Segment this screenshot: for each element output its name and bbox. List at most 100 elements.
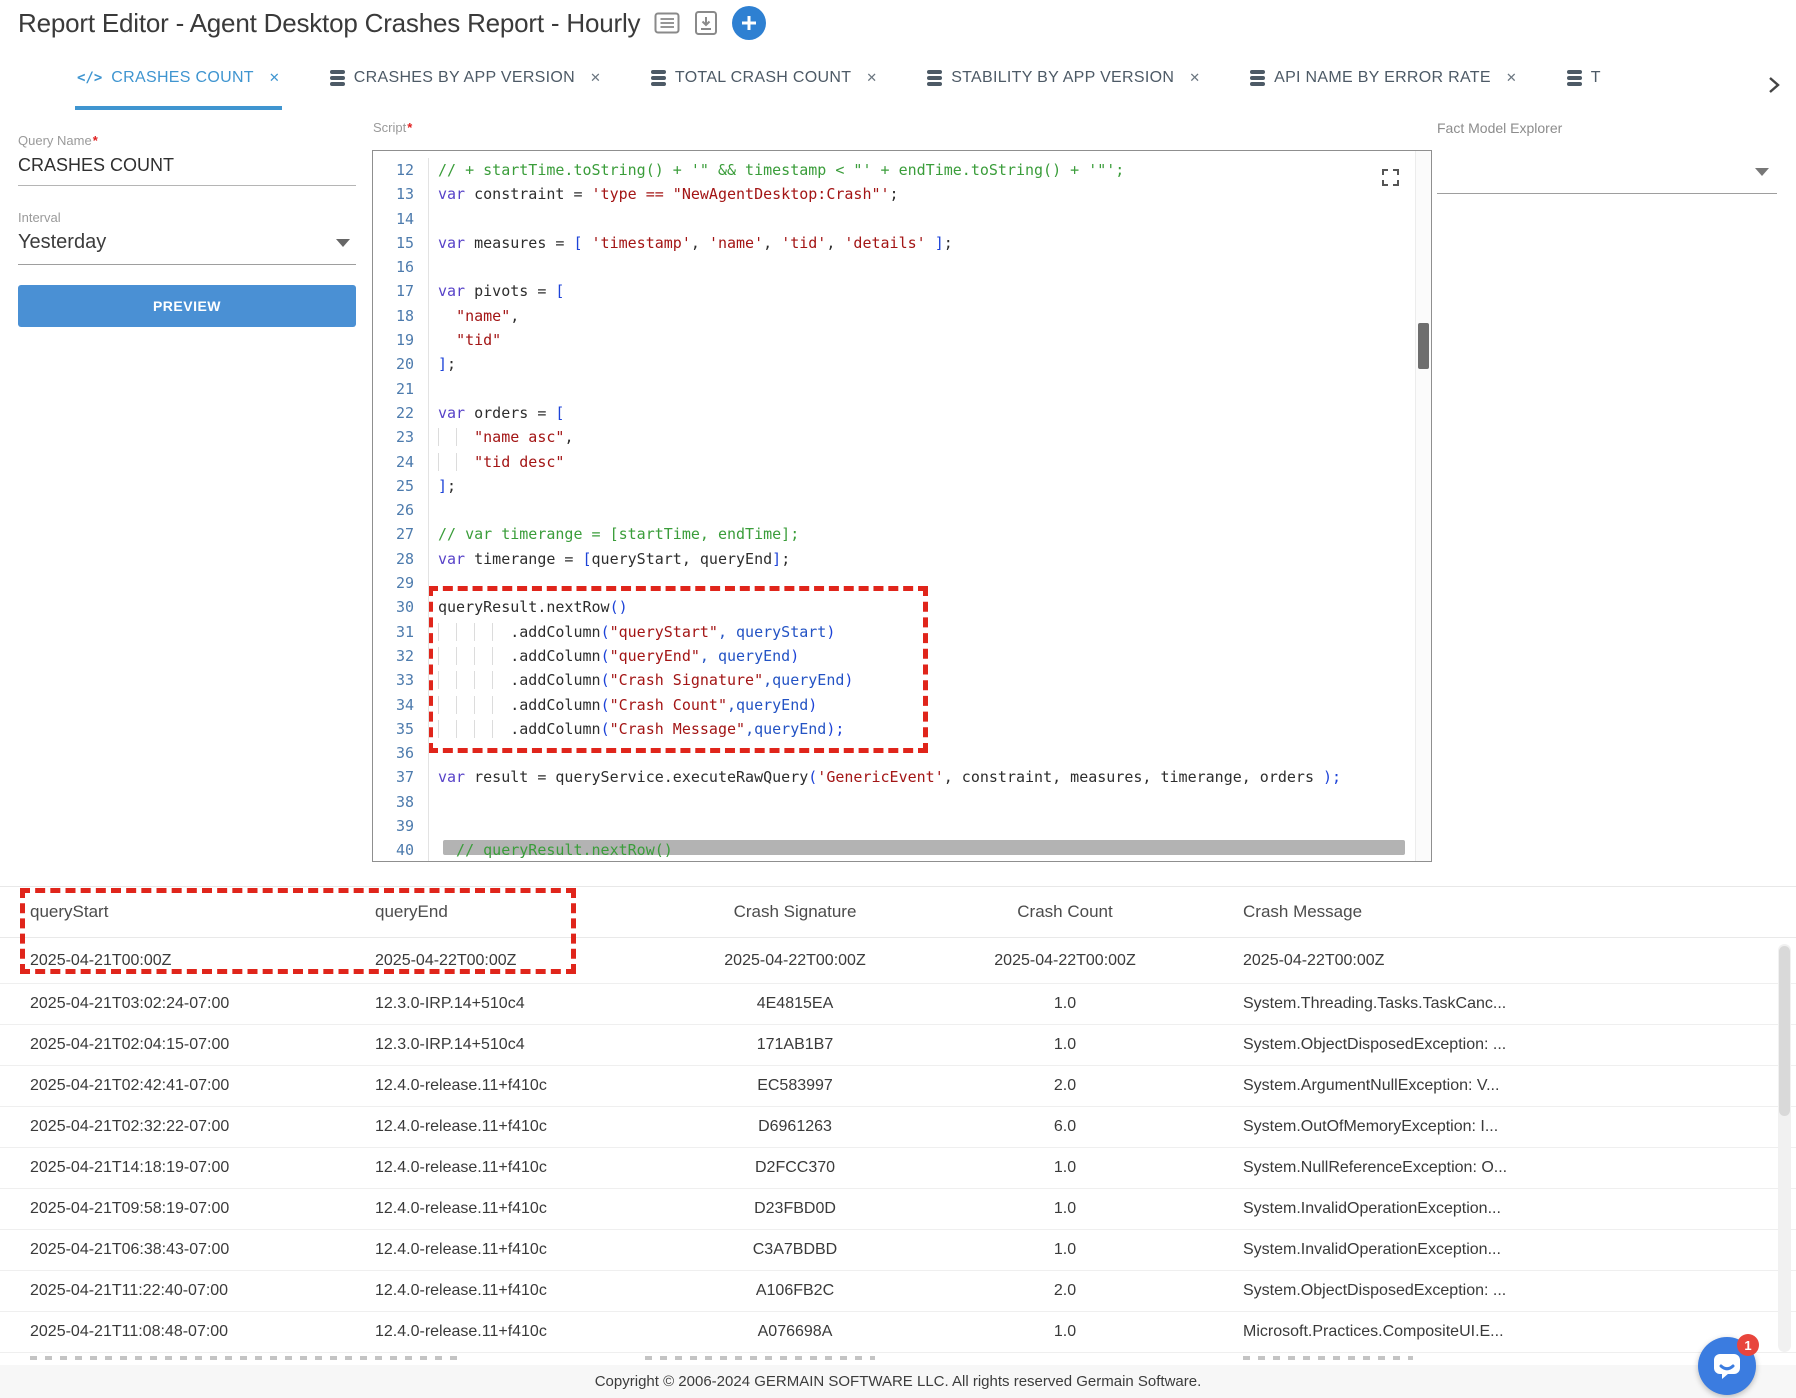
line-number: 29 <box>373 571 429 595</box>
column-header-crash-count[interactable]: Crash Count <box>945 902 1185 922</box>
code-text <box>429 741 438 765</box>
code-line-28: 28var timerange = [queryStart, queryEnd]… <box>373 547 1431 571</box>
code-line-17: 17var pivots = [ <box>373 279 1431 303</box>
line-number: 32 <box>373 644 429 668</box>
code-line-35: 35 .addColumn("Crash Message",queryEnd); <box>373 717 1431 741</box>
code-text: .addColumn("Crash Message",queryEnd); <box>429 717 844 741</box>
report-editor-page: Report Editor - Agent Desktop Crashes Re… <box>0 0 1796 1398</box>
chat-widget-button[interactable]: 1 <box>1698 1337 1756 1395</box>
table-cell: 1.0 <box>945 1036 1185 1054</box>
table-cell: D2FCC370 <box>645 1159 945 1177</box>
table-cell: 2025-04-21T06:38:43-07:00 <box>0 1241 345 1259</box>
line-number: 16 <box>373 255 429 279</box>
line-number: 15 <box>373 231 429 255</box>
database-icon <box>1250 70 1265 85</box>
table-cell: System.InvalidOperationException... <box>1185 1200 1796 1218</box>
table-cell: 2025-04-21T14:18:19-07:00 <box>0 1159 345 1177</box>
column-header-querystart[interactable]: queryStart <box>0 902 345 922</box>
close-icon[interactable]: ✕ <box>590 70 601 86</box>
code-line-27: 27// var timerange = [startTime, endTime… <box>373 522 1431 546</box>
page-title: Report Editor - Agent Desktop Crashes Re… <box>18 8 640 39</box>
close-icon[interactable]: ✕ <box>1189 70 1200 86</box>
table-cell: System.OutOfMemoryException: I... <box>1185 1118 1796 1136</box>
table-cell: 171AB1B7 <box>645 1036 945 1054</box>
column-header-queryend[interactable]: queryEnd <box>345 902 645 922</box>
table-cell: 12.4.0-release.11+f410c <box>345 1159 645 1177</box>
table-cell: 12.4.0-release.11+f410c <box>345 1241 645 1259</box>
code-line-37: 37var result = queryService.executeRawQu… <box>373 765 1431 789</box>
tab-label: TOTAL CRASH COUNT <box>675 69 851 87</box>
line-number: 36 <box>373 741 429 765</box>
table-cell: 4E4815EA <box>645 995 945 1013</box>
add-report-button[interactable] <box>732 6 766 40</box>
table-cell: 12.4.0-release.11+f410c <box>345 1200 645 1218</box>
table-cell: D23FBD0D <box>645 1200 945 1218</box>
table-row: 2025-04-21T02:04:15-07:0012.3.0-IRP.14+5… <box>0 1025 1796 1066</box>
interval-select[interactable]: Yesterday <box>18 225 356 265</box>
table-cell: 2.0 <box>945 1282 1185 1300</box>
tab-stability-by-app-version[interactable]: STABILITY BY APP VERSION ✕ <box>925 50 1202 110</box>
footer: Copyright © 2006-2024 GERMAIN SOFTWARE L… <box>0 1365 1796 1398</box>
table-row: 2025-04-21T09:58:19-07:0012.4.0-release.… <box>0 1189 1796 1230</box>
code-line-32: 32 .addColumn("queryEnd", queryEnd) <box>373 644 1431 668</box>
tab-label: STABILITY BY APP VERSION <box>951 69 1174 87</box>
code-text: "name", <box>429 304 519 328</box>
database-icon <box>651 70 666 85</box>
script-editor[interactable]: 12// + startTime.toString() + '" && time… <box>372 150 1432 862</box>
save-report-icon[interactable] <box>694 10 718 36</box>
line-number: 14 <box>373 207 429 231</box>
table-cell: 1.0 <box>945 995 1185 1013</box>
chat-bubble-icon <box>1712 1351 1742 1381</box>
table-cell: 2025-04-21T02:42:41-07:00 <box>0 1077 345 1095</box>
database-icon <box>927 70 942 85</box>
tab-total-crash-count[interactable]: TOTAL CRASH COUNT ✕ <box>649 50 879 110</box>
close-icon[interactable]: ✕ <box>269 70 280 86</box>
code-line-29: 29 <box>373 571 1431 595</box>
preview-button[interactable]: PREVIEW <box>18 285 356 327</box>
line-number: 35 <box>373 717 429 741</box>
query-name-input[interactable]: CRASHES COUNT <box>18 148 356 186</box>
column-header-crash-signature[interactable]: Crash Signature <box>645 902 945 922</box>
table-cell: 12.4.0-release.11+f410c <box>345 1077 645 1095</box>
line-number: 37 <box>373 765 429 789</box>
tab-api-name-by-error-rate[interactable]: API NAME BY ERROR RATE ✕ <box>1248 50 1519 110</box>
table-cell: 2025-04-21T02:32:22-07:00 <box>0 1118 345 1136</box>
table-cell: 12.4.0-release.11+f410c <box>345 1118 645 1136</box>
line-number: 23 <box>373 425 429 449</box>
script-label: Script* <box>373 120 412 135</box>
line-number: 12 <box>373 158 429 182</box>
code-line-20: 20]; <box>373 352 1431 376</box>
code-icon: </> <box>77 70 102 86</box>
table-body: 2025-04-21T00:00Z 2025-04-22T00:00Z 2025-0… <box>0 938 1796 1353</box>
chevron-right-icon[interactable] <box>1766 74 1796 110</box>
code-line-13: 13var constraint = 'type == "NewAgentDes… <box>373 182 1431 206</box>
fullscreen-icon[interactable] <box>1380 167 1401 193</box>
line-number: 39 <box>373 814 429 838</box>
code-text <box>429 498 438 522</box>
fact-model-explorer-select[interactable] <box>1437 150 1777 194</box>
table-cell: 2025-04-21T00:00Z <box>0 952 345 970</box>
code-text: .addColumn("Crash Signature",queryEnd) <box>429 668 853 692</box>
tab-label: API NAME BY ERROR RATE <box>1274 69 1491 87</box>
table-cell: 12.4.0-release.11+f410c <box>345 1282 645 1300</box>
close-icon[interactable]: ✕ <box>866 70 877 86</box>
editor-vertical-scrollbar[interactable] <box>1418 323 1429 369</box>
table-cell: 2025-04-22T00:00Z <box>1185 952 1796 970</box>
line-number: 18 <box>373 304 429 328</box>
code-text <box>429 377 438 401</box>
table-cell: System.Threading.Tasks.TaskCanc... <box>1185 995 1796 1013</box>
code-line-24: 24 "tid desc" <box>373 450 1431 474</box>
close-icon[interactable]: ✕ <box>1506 70 1517 86</box>
report-list-icon[interactable] <box>654 10 680 36</box>
tab-crashes-by-app-version[interactable]: CRASHES BY APP VERSION ✕ <box>328 50 603 110</box>
code-line-33: 33 .addColumn("Crash Signature",queryEnd… <box>373 668 1431 692</box>
table-vertical-scrollbar[interactable] <box>1778 944 1791 1352</box>
interval-value: Yesterday <box>18 231 106 254</box>
interval-label: Interval <box>18 210 356 225</box>
tab-label: CRASHES BY APP VERSION <box>354 69 575 87</box>
tab-t[interactable]: T <box>1565 50 1603 110</box>
code-text: // queryResult.nextRow() <box>429 838 673 862</box>
column-header-crash-message[interactable]: Crash Message <box>1185 902 1796 922</box>
tab-crashes-count[interactable]: </>CRASHES COUNT✕ <box>75 50 282 110</box>
fact-model-explorer-label: Fact Model Explorer <box>1437 120 1562 136</box>
